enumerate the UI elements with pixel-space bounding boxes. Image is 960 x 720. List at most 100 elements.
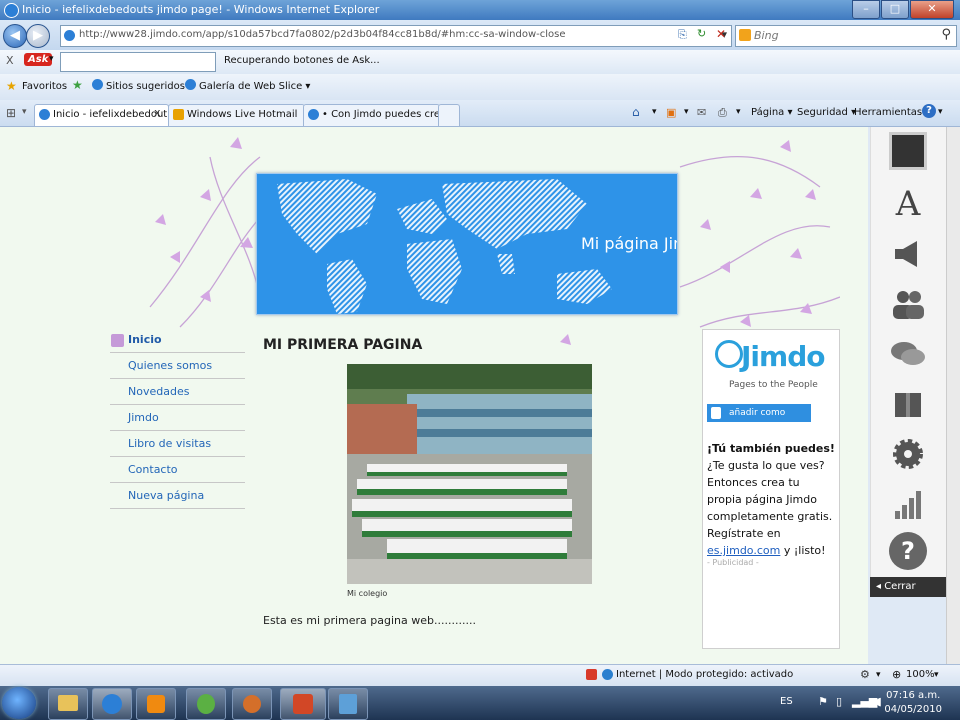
jimdo-logo[interactable]: Jimdo <box>741 340 825 373</box>
nav-item-novedades[interactable]: Novedades <box>110 379 245 405</box>
add-favorite-icon[interactable]: ★ <box>72 78 83 92</box>
zoom-icon[interactable]: ⊕ <box>892 668 901 681</box>
zoom-level[interactable]: 100% <box>906 669 935 680</box>
back-button[interactable]: ◀ <box>3 24 27 48</box>
address-input[interactable]: http://www28.jimdo.com/app/s10da57bcd7fa… <box>60 25 732 47</box>
print-dropdown-icon[interactable]: ▾ <box>736 107 741 117</box>
settings-tool-icon[interactable] <box>889 435 927 473</box>
add-friend-button[interactable]: añadir como amigo(s) <box>707 404 811 436</box>
add-friend-icon <box>711 407 721 419</box>
package-tool-icon[interactable] <box>889 385 927 423</box>
taskbar-document-button[interactable] <box>328 688 368 720</box>
window-controls: – □ ✕ <box>851 0 954 19</box>
action-center-icon[interactable]: ⚑ <box>818 695 828 708</box>
nav-item-nueva-pagina[interactable]: Nueva página <box>110 483 245 509</box>
zoom-dropdown-icon[interactable]: ▾ <box>934 670 939 680</box>
page-body-text: Esta es mi primera pagina web...........… <box>263 614 476 627</box>
stats-tool-icon[interactable] <box>889 485 927 523</box>
school-photo[interactable] <box>347 364 592 584</box>
ask-status: Recuperando botones de Ask... <box>224 55 380 66</box>
nav-label: Contacto <box>128 463 178 476</box>
promo-text: ¡Tú también puedes! ¿Te gusta lo que ves… <box>707 440 835 559</box>
maximize-button[interactable]: □ <box>881 0 909 19</box>
page-icon <box>64 30 75 41</box>
taskbar-media-button[interactable] <box>136 688 176 720</box>
tab-list-icon[interactable]: ▾ <box>22 107 27 117</box>
taskbar-powerpoint-button[interactable] <box>280 688 326 720</box>
tab-label: Inicio - iefelixdebedout... <box>53 109 169 120</box>
stop-icon[interactable]: ✕ <box>716 27 726 41</box>
address-url: http://www28.jimdo.com/app/s10da57bcd7fa… <box>79 29 566 40</box>
web-page: Mi página Jim Inicio Quienes somos Noved… <box>0 127 868 664</box>
search-icon[interactable]: ⚲ <box>941 27 951 42</box>
announce-tool-icon[interactable] <box>889 235 927 273</box>
language-indicator[interactable]: ES <box>780 696 793 707</box>
help-tool-icon[interactable]: ? <box>889 532 927 570</box>
suggested-sites-button[interactable]: Sitios sugeridos ▾ <box>106 81 193 92</box>
feeds-icon[interactable]: ▣ <box>666 106 676 119</box>
tools-menu[interactable]: Herramientas ▾ <box>854 107 930 118</box>
blocked-icon[interactable] <box>586 669 597 680</box>
minimize-button[interactable]: – <box>852 0 880 19</box>
print-icon[interactable]: ⎙ <box>718 106 727 120</box>
paint-icon <box>243 695 261 713</box>
page-heading: MI PRIMERA PAGINA <box>263 337 423 353</box>
home-icon[interactable]: ⌂ <box>632 105 640 119</box>
close-tools-button[interactable]: ◂ Cerrar <box>870 577 946 597</box>
ask-dropdown-icon[interactable]: ▾ <box>49 54 54 64</box>
tab-jimdo[interactable]: • Con Jimdo puedes crear ... <box>303 104 440 126</box>
font-tool-icon[interactable]: A <box>889 185 927 223</box>
jimdo-tagline: Pages to the People <box>729 380 818 390</box>
favorites-button[interactable]: Favoritos <box>22 81 67 92</box>
layout-tool-icon[interactable] <box>889 132 927 170</box>
compatibility-icon[interactable]: ⎘ <box>678 28 687 42</box>
chat-tool-icon[interactable] <box>889 335 927 373</box>
jimdo-signup-link[interactable]: es.jimdo.com <box>707 544 780 557</box>
safety-menu[interactable]: Seguridad ▾ <box>797 107 856 118</box>
new-tab-button[interactable] <box>438 104 460 126</box>
search-input[interactable]: Bing ⚲ <box>735 25 957 47</box>
tab-close-button[interactable]: x <box>154 106 161 119</box>
nav-item-contacto[interactable]: Contacto <box>110 457 245 483</box>
tab-hotmail[interactable]: Windows Live Hotmail <box>168 104 305 126</box>
mail-icon[interactable]: ✉ <box>697 106 706 119</box>
volume-icon[interactable]: ◖ <box>876 695 882 708</box>
forward-button[interactable]: ▶ <box>26 24 50 48</box>
document-icon <box>339 694 357 714</box>
taskbar-explorer-button[interactable] <box>48 688 88 720</box>
page-menu[interactable]: Página ▾ <box>751 107 793 118</box>
photo-caption: Mi colegio <box>347 589 388 598</box>
ask-toolbar: X Ask ▾ Recuperando botones de Ask... <box>0 50 960 75</box>
page-scrollbar[interactable] <box>946 127 960 664</box>
start-button[interactable] <box>2 687 36 719</box>
status-dropdown-icon[interactable]: ▾ <box>876 670 881 680</box>
taskbar-paint-button[interactable] <box>232 688 272 720</box>
security-zone-text[interactable]: Internet | Modo protegido: activado <box>616 669 793 680</box>
feeds-dropdown-icon[interactable]: ▾ <box>684 107 689 117</box>
nav-item-inicio[interactable]: Inicio <box>110 327 245 353</box>
ask-search-input[interactable] <box>60 52 216 72</box>
battery-icon[interactable]: ▯ <box>836 695 842 708</box>
close-window-button[interactable]: ✕ <box>910 0 954 19</box>
tab-inicio[interactable]: Inicio - iefelixdebedout... <box>34 104 169 126</box>
taskbar-messenger-button[interactable] <box>186 688 226 720</box>
system-clock[interactable]: 07:16 a.m. 04/05/2010 <box>884 689 942 717</box>
nav-item-jimdo[interactable]: Jimdo <box>110 405 245 431</box>
site-navigation: Inicio Quienes somos Novedades Jimdo Lib… <box>110 327 245 509</box>
ask-close-button[interactable]: X <box>6 54 14 67</box>
nav-item-libro-de-visitas[interactable]: Libro de visitas <box>110 431 245 457</box>
network-icon[interactable]: ▂▄▆ <box>852 695 877 708</box>
taskbar-ie-button[interactable] <box>92 688 132 720</box>
protected-mode-icon[interactable]: ⚙ <box>860 668 870 681</box>
help-icon[interactable]: ? <box>922 104 936 118</box>
web-slice-gallery-button[interactable]: Galería de Web Slice ▾ <box>199 81 310 92</box>
nav-label: Libro de visitas <box>128 437 212 450</box>
photo-graphic <box>347 364 592 584</box>
help-dropdown-icon[interactable]: ▾ <box>938 107 943 117</box>
refresh-icon[interactable]: ↻ <box>697 27 706 40</box>
users-tool-icon[interactable] <box>889 285 927 323</box>
quick-tabs-icon[interactable]: ⊞ <box>6 106 16 120</box>
home-dropdown-icon[interactable]: ▾ <box>652 107 657 117</box>
nav-item-quienes-somos[interactable]: Quienes somos <box>110 353 245 379</box>
ad-label: - Publicidad - <box>707 558 759 567</box>
